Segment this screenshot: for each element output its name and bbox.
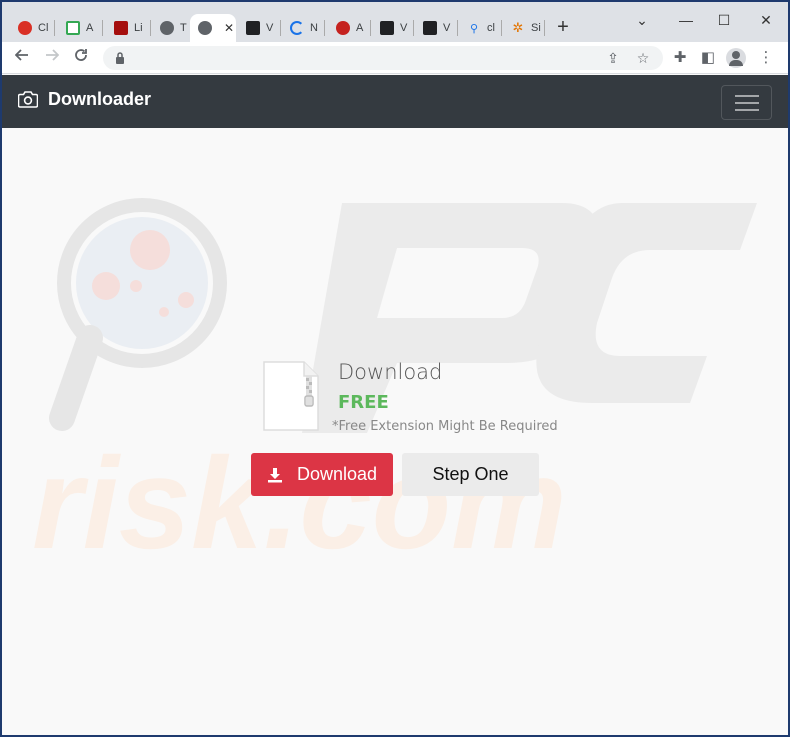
download-title: Download xyxy=(338,360,443,384)
download-button-label: Download xyxy=(296,464,378,484)
tab-title: A xyxy=(86,22,94,34)
tab-title: N xyxy=(310,22,318,34)
tab-close-icon[interactable]: ✕ xyxy=(224,21,234,35)
loading-icon xyxy=(290,21,304,35)
globe-icon xyxy=(160,21,174,35)
svg-text:risk.com: risk.com xyxy=(32,430,567,576)
gear-icon: ✲ xyxy=(512,20,524,35)
extensions-puzzle-icon[interactable]: ✚ xyxy=(668,46,692,70)
step-one-button[interactable]: Step One xyxy=(402,453,539,496)
tab-2[interactable]: Li xyxy=(106,14,146,42)
price-label: FREE xyxy=(338,392,389,413)
tab-favicon-icon xyxy=(380,21,394,35)
address-bar[interactable]: ⇪ ☆ xyxy=(103,46,663,70)
tab-5[interactable]: V xyxy=(238,14,278,42)
extension-note: *Free Extension Might Be Required xyxy=(332,419,558,434)
tab-title: A xyxy=(356,22,364,34)
tab-3[interactable]: T xyxy=(152,14,190,42)
reload-icon xyxy=(75,49,87,61)
back-button[interactable] xyxy=(10,46,34,70)
tab-favicon-icon xyxy=(336,21,350,35)
tab-title: T xyxy=(180,22,187,34)
zip-file-icon xyxy=(263,361,319,431)
tab-title: Cl xyxy=(38,22,48,34)
download-button[interactable]: Download xyxy=(251,453,393,496)
tab-favicon-icon xyxy=(246,21,260,35)
profile-avatar[interactable] xyxy=(726,48,746,68)
tab-7[interactable]: A xyxy=(328,14,368,42)
browser-toolbar: ⇪ ☆ ✚ ◧ ⋮ xyxy=(2,42,788,74)
menu-kebab-icon[interactable]: ⋮ xyxy=(754,46,778,70)
navbar-toggler-button[interactable] xyxy=(721,85,772,120)
tab-strip: Cl A Li T ✕ V N A V V ⚲ cl ✲ Si + ⌄ — ☐ … xyxy=(2,2,788,42)
site-navbar: Downloader xyxy=(2,75,788,128)
tab-1[interactable]: A xyxy=(58,14,98,42)
hamburger-icon xyxy=(735,95,759,97)
new-tab-button[interactable]: + xyxy=(552,16,574,38)
tab-4-active[interactable]: ✕ xyxy=(190,14,236,42)
tab-favicon-icon xyxy=(18,21,32,35)
tab-title: Li xyxy=(134,22,143,34)
arrow-right-icon xyxy=(46,49,60,61)
tab-9[interactable]: V xyxy=(415,14,455,42)
bookmark-star-icon[interactable]: ☆ xyxy=(633,48,653,68)
search-icon: ⚲ xyxy=(469,22,479,35)
tab-6[interactable]: N xyxy=(282,14,322,42)
minimize-button[interactable]: — xyxy=(666,8,706,32)
tab-title: V xyxy=(266,22,274,34)
tab-11[interactable]: ✲ Si xyxy=(503,14,543,42)
camera-icon xyxy=(18,91,38,108)
maximize-button[interactable]: ☐ xyxy=(704,8,744,32)
tab-title: V xyxy=(400,22,408,34)
brand-name: Downloader xyxy=(48,89,152,109)
tab-title: cl xyxy=(487,22,495,34)
share-icon[interactable]: ⇪ xyxy=(603,48,623,68)
tab-search-button[interactable]: ⌄ xyxy=(622,8,662,32)
tab-title: Si xyxy=(531,22,541,34)
forward-button[interactable] xyxy=(40,46,64,70)
main-content: risk.com Download FREE *Free Extension M… xyxy=(2,128,788,735)
reload-button[interactable] xyxy=(69,46,93,70)
side-panel-icon[interactable]: ◧ xyxy=(696,46,720,70)
globe-icon xyxy=(198,21,212,35)
tab-8[interactable]: V xyxy=(372,14,412,42)
arrow-left-icon xyxy=(14,49,28,61)
tab-title: V xyxy=(443,22,451,34)
step-one-button-label: Step One xyxy=(432,464,509,484)
tab-favicon-icon xyxy=(66,21,80,35)
brand[interactable]: Downloader xyxy=(18,89,151,110)
tab-10[interactable]: ⚲ cl xyxy=(459,14,499,42)
tab-favicon-icon xyxy=(423,21,437,35)
browser-window: Cl A Li T ✕ V N A V V ⚲ cl ✲ Si + ⌄ — ☐ … xyxy=(2,2,788,735)
tab-0[interactable]: Cl xyxy=(10,14,50,42)
tab-favicon-icon xyxy=(114,21,128,35)
lock-icon xyxy=(116,52,124,64)
close-window-button[interactable]: ✕ xyxy=(746,8,786,32)
download-icon xyxy=(267,467,282,482)
